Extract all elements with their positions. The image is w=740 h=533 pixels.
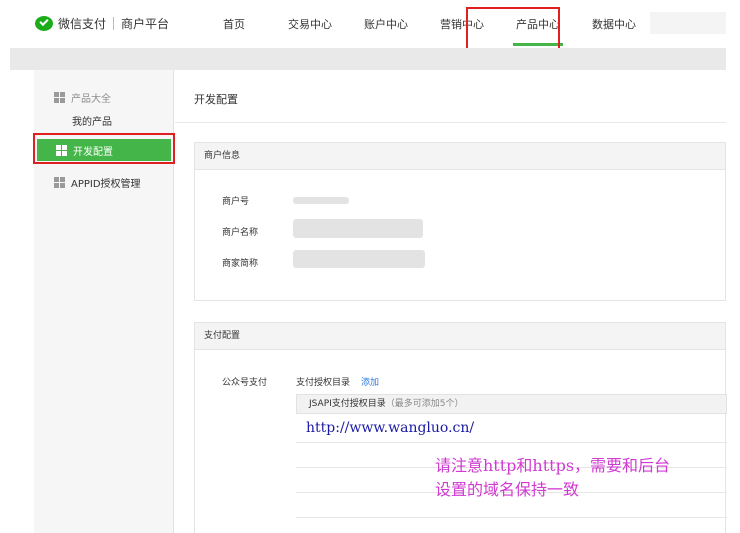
merchant-short-name-value-redacted [293,250,425,268]
grid-icon [54,177,65,188]
nav-products-highlight-box [466,7,560,52]
brand-divider [113,16,115,30]
title-divider [175,122,726,123]
faded-header-area [650,12,726,34]
annotation-note: 请注意http和https，需要和后台 设置的域名保持一致 [435,454,670,502]
merchant-name-label: 商户名称 [222,228,259,238]
nav-account[interactable]: 账户中心 [348,0,424,48]
dev-config-highlight-box [33,133,175,164]
jsapi-dir-url-field[interactable]: http://www.wangluo.cn/ [306,420,474,436]
sidebar-item-my-products[interactable]: 我的产品 [72,113,112,128]
sidebar-item-appid[interactable]: APPID授权管理 [54,175,141,190]
main-nav: 首页 交易中心 账户中心 营销中心 产品中心 数据中心 [196,0,652,48]
pay-auth-dir-label: 支付授权目录 [296,378,351,388]
sidebar-item-label: APPID授权管理 [71,179,141,190]
panel-title: 商户信息 [195,143,725,170]
merchant-name-value-redacted [293,219,423,238]
top-bar: 微信支付 商户平台 首页 交易中心 账户中心 营销中心 产品中心 数据中心 [0,0,740,48]
header-band [10,48,726,70]
nav-transactions[interactable]: 交易中心 [272,0,348,48]
nav-data[interactable]: 数据中心 [576,0,652,48]
jsapi-dir-hint: （最多可添加5个） [385,399,464,409]
brand-name: 微信支付 [58,16,107,31]
sidebar-group-products[interactable]: 产品大全 [54,90,111,105]
brand-logo[interactable]: 微信支付 商户平台 [35,13,169,33]
jsapi-dir-title: JSAPI支付授权目录 [309,399,386,409]
merchant-short-name-label: 商家简称 [222,259,259,269]
merchant-info-panel: 商户信息 商户号 商户名称 商家简称 [194,142,726,301]
merchant-id-label: 商户号 [222,197,250,207]
page-title: 开发配置 [194,93,238,106]
brand-subtitle: 商户平台 [121,16,170,31]
field-divider [296,442,727,443]
merchant-id-value-redacted [293,197,349,204]
payment-config-panel: 支付配置 公众号支付 支付授权目录 添加 JSAPI支付授权目录（最多可添加5个… [194,322,727,533]
panel-title: 支付配置 [195,323,725,350]
main-content: 开发配置 商户信息 商户号 商户名称 商家简称 支付配置 公众号支付 支付授权目… [175,70,727,533]
sidebar-group-label: 产品大全 [71,94,111,105]
wechat-pay-icon [35,15,53,31]
nav-home[interactable]: 首页 [196,0,272,48]
grid-icon [54,92,65,103]
annotation-line-2: 设置的域名保持一致 [435,480,580,499]
jsapi-dir-header: JSAPI支付授权目录（最多可添加5个） [296,394,727,414]
field-divider [296,517,727,518]
annotation-line-1: 请注意http和https，需要和后台 [435,456,671,475]
add-dir-link[interactable]: 添加 [361,375,379,388]
official-account-pay-label: 公众号支付 [222,378,268,388]
